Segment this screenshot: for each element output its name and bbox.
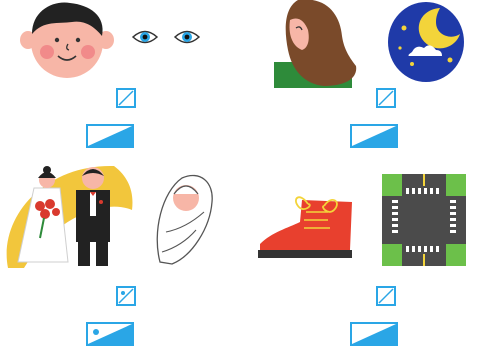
slider-wedge-icon bbox=[88, 126, 132, 146]
woman-night-card bbox=[274, 0, 474, 88]
image-slider-2[interactable] bbox=[350, 124, 398, 148]
eyes-icon bbox=[131, 30, 201, 44]
slider-wedge-icon bbox=[352, 126, 396, 146]
face-eyes-card bbox=[14, 0, 224, 80]
face-icon bbox=[20, 2, 114, 78]
diagonal-line-icon bbox=[378, 288, 394, 304]
image-slider-icon bbox=[88, 324, 132, 344]
image-toggle-1[interactable] bbox=[116, 88, 136, 108]
crossroad-icon bbox=[382, 174, 466, 266]
image-slider-4[interactable] bbox=[350, 322, 398, 346]
night-moon-icon bbox=[388, 2, 464, 82]
diagonal-line-icon bbox=[118, 90, 134, 106]
swaddled-baby-icon bbox=[156, 174, 213, 265]
image-toggle-2[interactable] bbox=[376, 88, 396, 108]
wedding-couple-icon bbox=[6, 165, 133, 268]
woman-icon bbox=[274, 0, 357, 88]
image-toggle-3[interactable] bbox=[116, 286, 136, 306]
image-slider-1[interactable] bbox=[86, 124, 134, 148]
image-toggle-4[interactable] bbox=[376, 286, 396, 306]
red-shoe-icon bbox=[258, 196, 352, 258]
shoe-crossroad-card bbox=[258, 174, 470, 266]
wedding-baby-card bbox=[4, 158, 216, 270]
image-slider-3[interactable] bbox=[86, 322, 134, 346]
slider-wedge-icon bbox=[352, 324, 396, 344]
image-icon bbox=[118, 288, 134, 304]
diagonal-line-icon bbox=[378, 90, 394, 106]
